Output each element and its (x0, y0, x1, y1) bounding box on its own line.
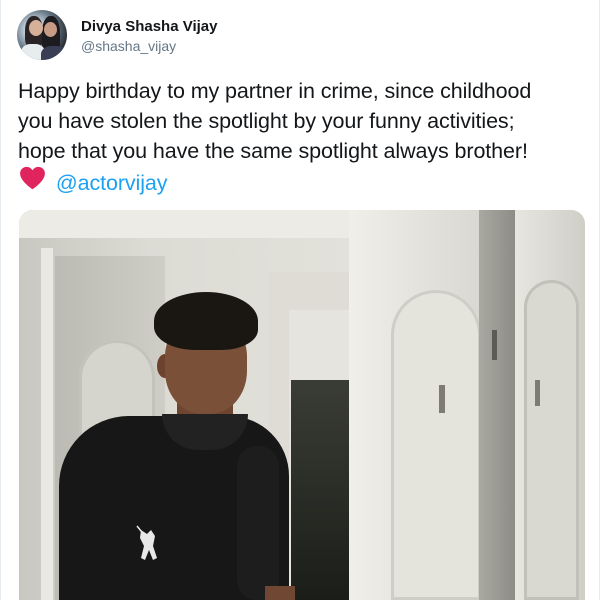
person-figure (37, 286, 295, 600)
polo-logo-icon (136, 525, 157, 560)
tweet-photo[interactable] (19, 210, 585, 600)
avatar[interactable] (17, 10, 67, 60)
tweet-text-line: Happy birthday to my partner in crime, s… (18, 79, 532, 103)
heart-icon (20, 166, 45, 190)
tweet-text-line: hope that you have the same spotlight al… (18, 139, 528, 163)
tweet-text-line: you have stolen the spotlight by your fu… (18, 109, 515, 133)
mention-line: @actorvijay (18, 166, 598, 198)
tweet-text: Happy birthday to my partner in crime, s… (18, 76, 598, 198)
mention-link[interactable]: @actorvijay (56, 171, 168, 195)
tweet-card: Divya Shasha Vijay @shasha_vijay Happy b… (0, 0, 600, 600)
author-name[interactable]: Divya Shasha Vijay (81, 18, 217, 35)
tweet-header: Divya Shasha Vijay @shasha_vijay (17, 10, 557, 62)
author-handle[interactable]: @shasha_vijay (81, 38, 176, 54)
